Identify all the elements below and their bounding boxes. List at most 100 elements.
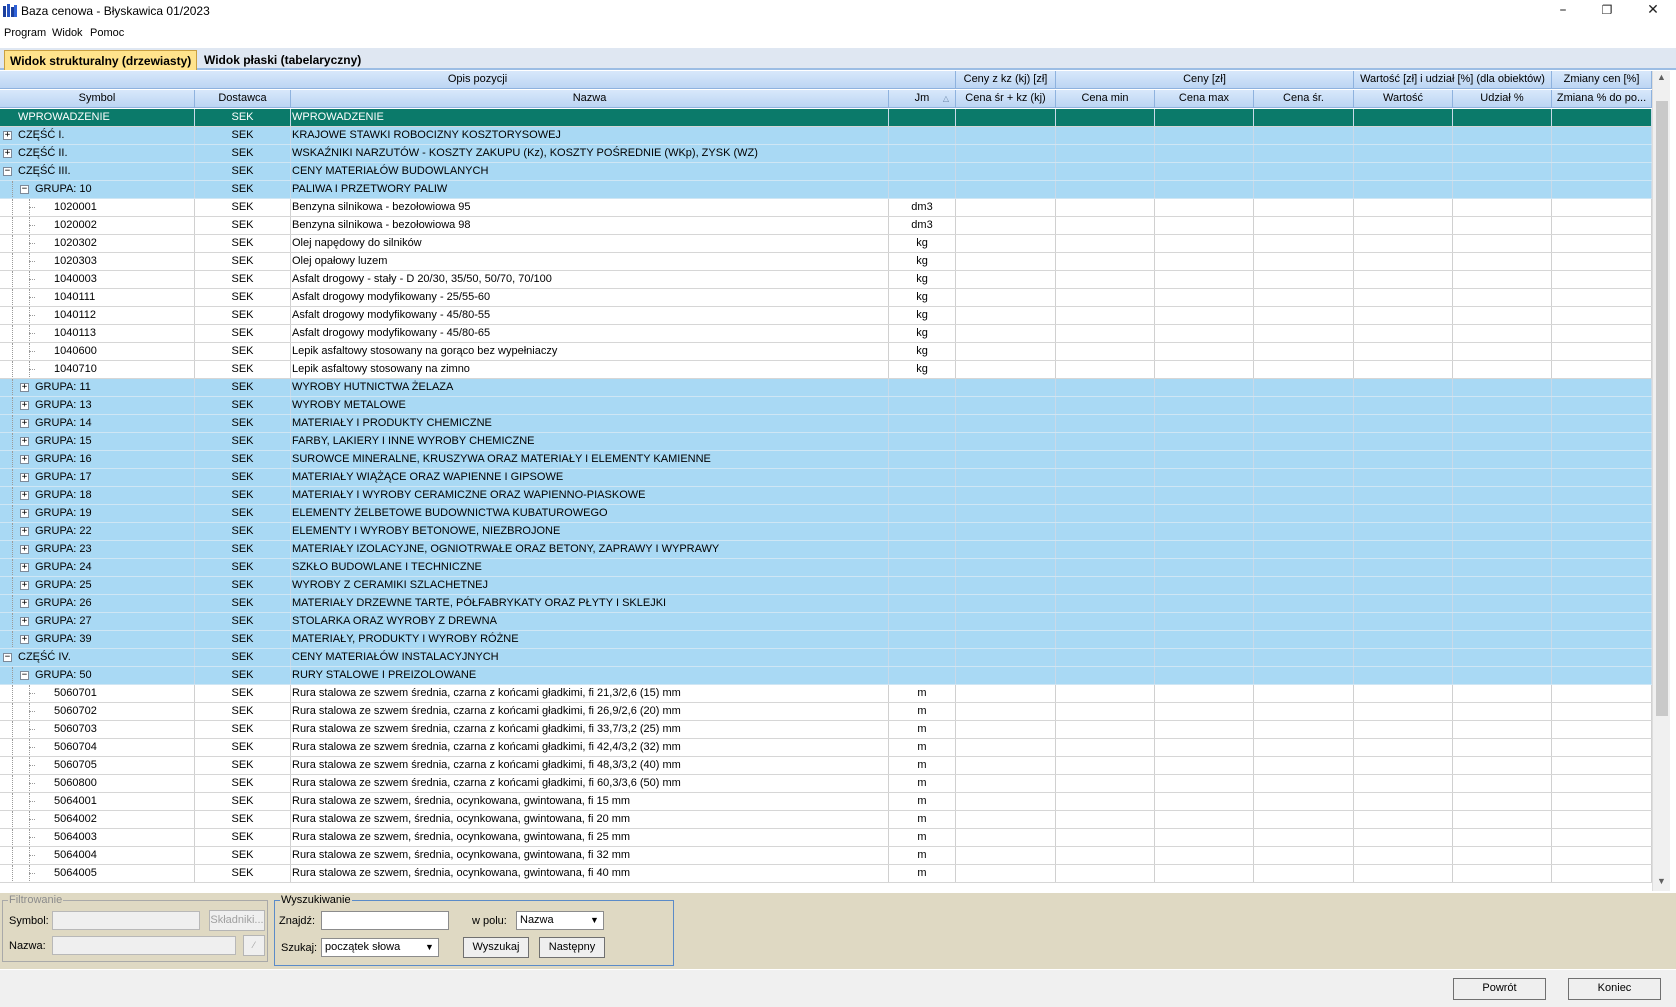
table-row[interactable]: 1040111 SEK Asfalt drogowy modyfikowany - … (0, 289, 1652, 307)
table-row[interactable]: 1040003 SEK Asfalt drogowy - stały - D 20/… (0, 271, 1652, 289)
expand-plus-icon[interactable]: + (20, 383, 29, 392)
collapse-minus-icon[interactable]: − (20, 185, 29, 194)
tree-group-row[interactable]: + GRUPA: 39 SEK MATERIAŁY, PRODUKTY I WYROB… (0, 631, 1652, 649)
expand-plus-icon[interactable]: + (3, 149, 12, 158)
expand-plus-icon[interactable]: + (20, 455, 29, 464)
filter-nazwa-input[interactable] (52, 936, 236, 955)
table-row[interactable]: 5064002 SEK Rura stalowa ze szwem, średnia… (0, 811, 1652, 829)
tree-group-row[interactable]: − GRUPA: 10 SEK PALIWA I PRZETWORY PALIW (0, 181, 1652, 199)
column-header-cena-min[interactable]: Cena min (1056, 90, 1155, 108)
tree-group-row[interactable]: + GRUPA: 27 SEK STOLARKA ORAZ WYROBY Z DREW… (0, 613, 1652, 631)
tree-group-row[interactable]: + GRUPA: 25 SEK WYROBY Z CERAMIKI SZLACHETN… (0, 577, 1652, 595)
skladniki-button[interactable]: Składniki... (209, 910, 265, 931)
maximize-icon[interactable]: ❐ (1584, 0, 1630, 22)
expand-plus-icon[interactable]: + (20, 563, 29, 572)
tree-group-row[interactable]: + GRUPA: 14 SEK MATERIAŁY I PRODUKTY CHEMIC… (0, 415, 1652, 433)
scroll-down-icon[interactable]: ▼ (1657, 876, 1666, 886)
expand-plus-icon[interactable]: + (20, 401, 29, 410)
tree-group-row[interactable]: + GRUPA: 23 SEK MATERIAŁY IZOLACYJNE, OGNIO… (0, 541, 1652, 559)
table-row[interactable]: 1020002 SEK Benzyna silnikowa - bezołowiow… (0, 217, 1652, 235)
tree-group-row[interactable]: + GRUPA: 24 SEK SZKŁO BUDOWLANE I TECHNICZN… (0, 559, 1652, 577)
tree-group-row[interactable]: + GRUPA: 17 SEK MATERIAŁY WIĄŻĄCE ORAZ WAPI… (0, 469, 1652, 487)
column-header-symbol[interactable]: Symbol (0, 90, 195, 108)
expand-plus-icon[interactable]: + (20, 509, 29, 518)
collapse-minus-icon[interactable]: − (3, 653, 12, 662)
column-header-zmiana[interactable]: Zmiana % do po... (1552, 90, 1652, 108)
expand-plus-icon[interactable]: + (20, 617, 29, 626)
collapse-minus-icon[interactable]: − (20, 671, 29, 680)
tree-group-row[interactable]: − CZĘŚĆ IV. SEK CENY MATERIAŁÓW INSTALACYJN… (0, 649, 1652, 667)
grid-vertical-scrollbar[interactable]: ▲ ▼ (1652, 71, 1670, 891)
column-header-wartosc[interactable]: Wartość (1354, 90, 1453, 108)
expand-plus-icon[interactable]: + (20, 419, 29, 428)
column-header-nazwa[interactable]: Nazwa (291, 90, 889, 108)
table-row[interactable]: 1020303 SEK Olej opałowy luzem kg (0, 253, 1652, 271)
expand-plus-icon[interactable]: + (20, 581, 29, 590)
expand-plus-icon[interactable]: + (20, 599, 29, 608)
table-row[interactable]: 1020001 SEK Benzyna silnikowa - bezołowiow… (0, 199, 1652, 217)
scroll-up-icon[interactable]: ▲ (1657, 72, 1666, 82)
table-row[interactable]: 5060800 SEK Rura stalowa ze szwem średnia,… (0, 775, 1652, 793)
expand-plus-icon[interactable]: + (20, 491, 29, 500)
tree-group-row[interactable]: + GRUPA: 18 SEK MATERIAŁY I WYROBY CERAMICZ… (0, 487, 1652, 505)
tree-group-row[interactable]: + GRUPA: 15 SEK FARBY, LAKIERY I INNE WYROB… (0, 433, 1652, 451)
tree-group-row[interactable]: + GRUPA: 11 SEK WYROBY HUTNICTWA ŻELAZA (0, 379, 1652, 397)
table-row[interactable]: 5064005 SEK Rura stalowa ze szwem, średnia… (0, 865, 1652, 883)
expand-plus-icon[interactable]: + (3, 131, 12, 140)
column-header-dostawca[interactable]: Dostawca (195, 90, 291, 108)
tree-group-row[interactable]: + GRUPA: 19 SEK ELEMENTY ŻELBETOWE BUDOWNIC… (0, 505, 1652, 523)
expand-plus-icon[interactable]: + (20, 437, 29, 446)
expand-plus-icon[interactable]: + (20, 527, 29, 536)
koniec-button[interactable]: Koniec (1568, 978, 1661, 1000)
tree-group-row[interactable]: + GRUPA: 16 SEK SUROWCE MINERALNE, KRUSZYWA… (0, 451, 1652, 469)
tree-group-row[interactable]: + GRUPA: 22 SEK ELEMENTY I WYROBY BETONOWE,… (0, 523, 1652, 541)
table-row[interactable]: 1040112 SEK Asfalt drogowy modyfikowany - … (0, 307, 1652, 325)
wyszukaj-button[interactable]: Wyszukaj (463, 937, 529, 958)
scrollbar-thumb[interactable] (1656, 101, 1668, 716)
table-row[interactable]: 5060701 SEK Rura stalowa ze szwem średnia,… (0, 685, 1652, 703)
table-row[interactable]: 5060702 SEK Rura stalowa ze szwem średnia,… (0, 703, 1652, 721)
menu-pomoc[interactable]: Pomoc (90, 27, 124, 39)
collapse-minus-icon[interactable]: − (3, 167, 12, 176)
column-header-udzial[interactable]: Udział % (1453, 90, 1552, 108)
table-row[interactable]: 1040710 SEK Lepik asfaltowy stosowany na z… (0, 361, 1652, 379)
filter-symbol-input[interactable] (52, 911, 200, 930)
tree-guide-line (12, 325, 13, 342)
table-row[interactable]: 5060705 SEK Rura stalowa ze szwem średnia,… (0, 757, 1652, 775)
column-header-cena-sr[interactable]: Cena śr. (1254, 90, 1354, 108)
tree-group-row[interactable]: + GRUPA: 26 SEK MATERIAŁY DRZEWNE TARTE, PÓ… (0, 595, 1652, 613)
menu-program[interactable]: Program (4, 27, 46, 39)
expand-plus-icon[interactable]: + (20, 635, 29, 644)
tree-group-row[interactable]: − CZĘŚĆ III. SEK CENY MATERIAŁÓW BUDOWLANYC… (0, 163, 1652, 181)
table-row[interactable]: 1040600 SEK Lepik asfaltowy stosowany na g… (0, 343, 1652, 361)
tree-group-row[interactable]: + CZĘŚĆ II. SEK WSKAŹNIKI NARZUTÓW - KOSZTY… (0, 145, 1652, 163)
search-mode-select[interactable]: początek słowa ▼ (321, 938, 439, 957)
table-row[interactable]: 5060703 SEK Rura stalowa ze szwem średnia,… (0, 721, 1652, 739)
tree-group-row[interactable]: + GRUPA: 13 SEK WYROBY METALOWE (0, 397, 1652, 415)
tree-group-row[interactable]: WPROWADZENIE SEK WPROWADZENIE (0, 109, 1652, 127)
tab-flat-view[interactable]: Widok płaski (tabelaryczny) (199, 50, 366, 70)
close-icon[interactable]: ✕ (1630, 0, 1676, 22)
tab-structural-view[interactable]: Widok strukturalny (drzewiasty) (4, 50, 198, 70)
table-row[interactable]: 1020302 SEK Olej napędowy do silników kg (0, 235, 1652, 253)
powrot-button[interactable]: Powrót (1453, 978, 1546, 1000)
filter-nazwa-clear-icon[interactable]: ⁄ (243, 935, 265, 956)
expand-plus-icon[interactable]: + (20, 545, 29, 554)
table-row[interactable]: 1040113 SEK Asfalt drogowy modyfikowany - … (0, 325, 1652, 343)
minimize-icon[interactable]: – (1540, 0, 1586, 22)
search-field-select[interactable]: Nazwa ▼ (516, 911, 604, 930)
tree-group-row[interactable]: − GRUPA: 50 SEK RURY STALOWE I PREIZOLOWANE (0, 667, 1652, 685)
tree-group-row[interactable]: + CZĘŚĆ I. SEK KRAJOWE STAWKI ROBOCIZNY KOS… (0, 127, 1652, 145)
expand-plus-icon[interactable]: + (20, 473, 29, 482)
table-row[interactable]: 5064001 SEK Rura stalowa ze szwem, średnia… (0, 793, 1652, 811)
menu-widok[interactable]: Widok (52, 27, 83, 39)
cell-value (1056, 217, 1155, 234)
nastepny-button[interactable]: Następny (539, 937, 605, 958)
table-row[interactable]: 5064003 SEK Rura stalowa ze szwem, średnia… (0, 829, 1652, 847)
table-row[interactable]: 5064004 SEK Rura stalowa ze szwem, średnia… (0, 847, 1652, 865)
column-header-cena-max[interactable]: Cena max (1155, 90, 1254, 108)
column-header-jm[interactable]: Jm △ (889, 90, 956, 108)
table-row[interactable]: 5060704 SEK Rura stalowa ze szwem średnia,… (0, 739, 1652, 757)
column-header-cena-kz[interactable]: Cena śr + kz (kj) (956, 90, 1056, 108)
search-znajdz-input[interactable] (321, 911, 449, 930)
